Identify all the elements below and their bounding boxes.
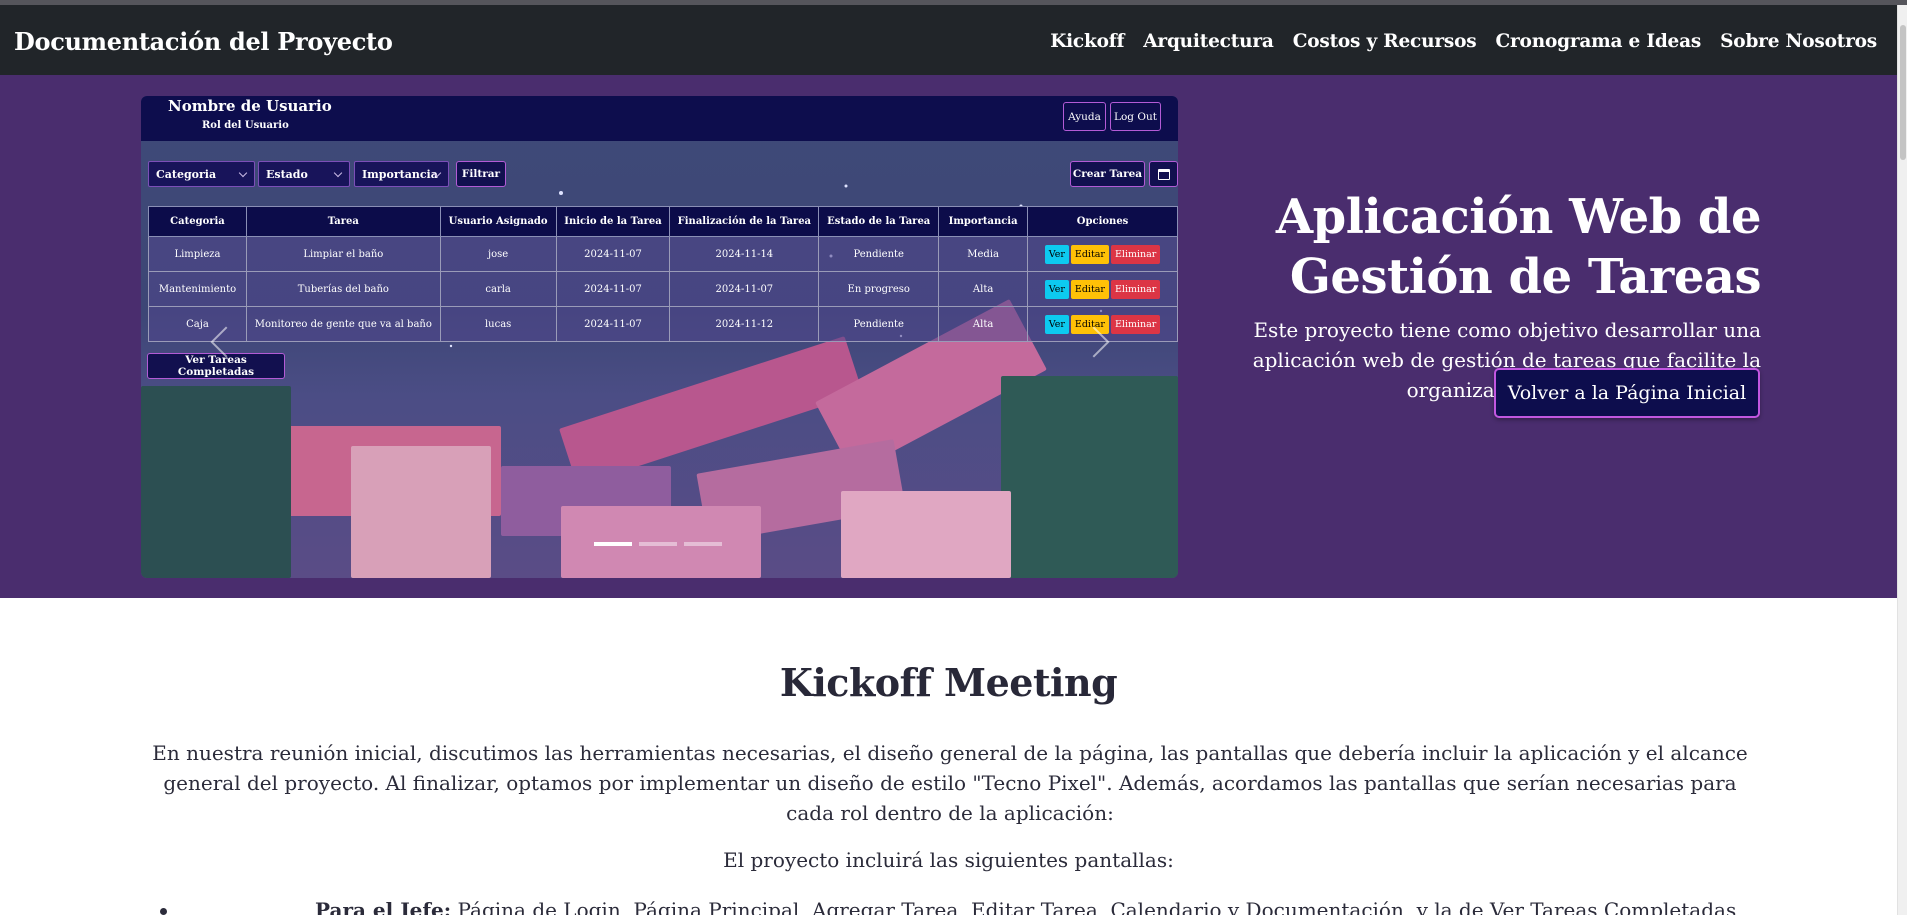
hero-section: Nombre de Usuario Rol del Usuario Ayuda …	[0, 75, 1897, 598]
nav-link-cronograma[interactable]: Cronograma e Ideas	[1495, 31, 1701, 52]
status-filter-label: Estado	[266, 167, 308, 181]
filter-button[interactable]: Filtrar	[456, 161, 506, 187]
table-row: Limpieza Limpiar el baño jose 2024-11-07…	[148, 236, 1178, 272]
scrollbar-thumb[interactable]	[1900, 25, 1906, 160]
column-header: Categoria	[148, 206, 247, 237]
column-header: Opciones	[1027, 206, 1178, 237]
cell-end: 2024-11-12	[669, 306, 820, 342]
category-filter-select[interactable]: Categoria	[148, 161, 255, 187]
chevron-down-icon	[333, 168, 343, 178]
edit-button[interactable]: Editar	[1070, 244, 1109, 264]
carousel-indicator[interactable]	[639, 542, 677, 546]
screenshot-carousel: Nombre de Usuario Rol del Usuario Ayuda …	[141, 96, 1178, 578]
view-button[interactable]: Ver	[1044, 279, 1069, 299]
column-header: Inicio de la Tarea	[555, 206, 671, 237]
calendar-button[interactable]	[1149, 161, 1178, 187]
cell-category: Mantenimiento	[148, 271, 247, 307]
cell-end: 2024-11-07	[669, 271, 820, 307]
cell-task: Tuberías del baño	[245, 271, 441, 307]
table-row: Mantenimiento Tuberías del baño carla 20…	[148, 271, 1178, 307]
nav-link-arquitectura[interactable]: Arquitectura	[1143, 31, 1274, 52]
back-to-home-button[interactable]: Volver a la Página Inicial	[1494, 368, 1760, 418]
column-header: Tarea	[245, 206, 441, 237]
kickoff-title: Kickoff Meeting	[779, 660, 1118, 705]
screens-intro: El proyecto incluirá las siguientes pant…	[723, 848, 1174, 872]
cell-task: Limpiar el baño	[245, 236, 441, 272]
delete-button[interactable]: Eliminar	[1110, 314, 1161, 334]
calendar-icon	[1157, 168, 1170, 180]
cell-start: 2024-11-07	[555, 306, 671, 342]
table-header-row: Categoria Tarea Usuario Asignado Inicio …	[148, 206, 1178, 237]
user-role: Rol del Usuario	[202, 120, 289, 131]
delete-button[interactable]: Eliminar	[1110, 279, 1161, 299]
cell-end: 2024-11-14	[669, 236, 820, 272]
cell-importance: Alta	[938, 271, 1029, 307]
page-scrollbar[interactable]	[1897, 5, 1907, 915]
carousel-indicators	[594, 542, 722, 546]
column-header: Importancia	[938, 206, 1029, 237]
cell-task: Monitoreo de gente que va al baño	[245, 306, 441, 342]
logout-button[interactable]: Log Out	[1110, 102, 1161, 131]
delete-button[interactable]: Eliminar	[1110, 244, 1161, 264]
cell-options: Ver Editar Eliminar	[1027, 271, 1178, 307]
cell-start: 2024-11-07	[555, 271, 671, 307]
importance-filter-label: Importancia	[362, 167, 438, 181]
tasks-table: Categoria Tarea Usuario Asignado Inicio …	[148, 206, 1178, 342]
app-header: Nombre de Usuario Rol del Usuario Ayuda …	[141, 96, 1178, 141]
category-filter-label: Categoria	[156, 167, 217, 181]
completed-tasks-button[interactable]: Ver Tareas Completadas	[147, 353, 285, 379]
help-button[interactable]: Ayuda	[1063, 102, 1106, 131]
table-row: Caja Monitoreo de gente que va al baño l…	[148, 306, 1178, 342]
cell-importance: Alta	[938, 306, 1029, 342]
cell-user: lucas	[439, 306, 557, 342]
navbar: Documentación del Proyecto Kickoff Arqui…	[0, 5, 1907, 75]
nav-link-costos[interactable]: Costos y Recursos	[1293, 31, 1477, 52]
list-item-text: Para el Jefe: Página de Login, Página Pr…	[315, 898, 1736, 915]
cell-status: Pendiente	[818, 306, 940, 342]
cell-category: Limpieza	[148, 236, 247, 272]
column-header: Estado de la Tarea	[818, 206, 940, 237]
nav-link-kickoff[interactable]: Kickoff	[1050, 31, 1124, 52]
nav-links: Kickoff Arquitectura Costos y Recursos C…	[1050, 31, 1877, 52]
cell-importance: Media	[938, 236, 1029, 272]
status-filter-select[interactable]: Estado	[258, 161, 350, 187]
edit-button[interactable]: Editar	[1070, 279, 1109, 299]
hero-title: Aplicación Web de Gestión de Tareas	[1275, 189, 1762, 305]
navbar-brand[interactable]: Documentación del Proyecto	[14, 27, 393, 56]
cell-options: Ver Editar Eliminar	[1027, 236, 1178, 272]
view-button[interactable]: Ver	[1044, 244, 1069, 264]
chevron-down-icon	[238, 168, 248, 178]
carousel-indicator[interactable]	[594, 542, 632, 546]
kickoff-paragraph: En nuestra reunión inicial, discutimos l…	[152, 741, 1748, 825]
view-button[interactable]: Ver	[1044, 314, 1069, 334]
carousel-indicator[interactable]	[684, 542, 722, 546]
cell-user: carla	[439, 271, 557, 307]
cell-status: Pendiente	[818, 236, 940, 272]
column-header: Usuario Asignado	[439, 206, 557, 237]
create-task-button[interactable]: Crear Tarea	[1070, 161, 1145, 187]
cell-status: En progreso	[818, 271, 940, 307]
cell-user: jose	[439, 236, 557, 272]
importance-filter-select[interactable]: Importancia	[354, 161, 449, 187]
list-item-role: Para el Jefe:	[315, 898, 452, 915]
user-name: Nombre de Usuario	[168, 97, 332, 115]
column-header: Finalización de la Tarea	[669, 206, 820, 237]
nav-link-sobre-nosotros[interactable]: Sobre Nosotros	[1720, 31, 1877, 52]
list-item-screens: Página de Login, Página Principal, Agreg…	[457, 898, 1737, 915]
cell-start: 2024-11-07	[555, 236, 671, 272]
